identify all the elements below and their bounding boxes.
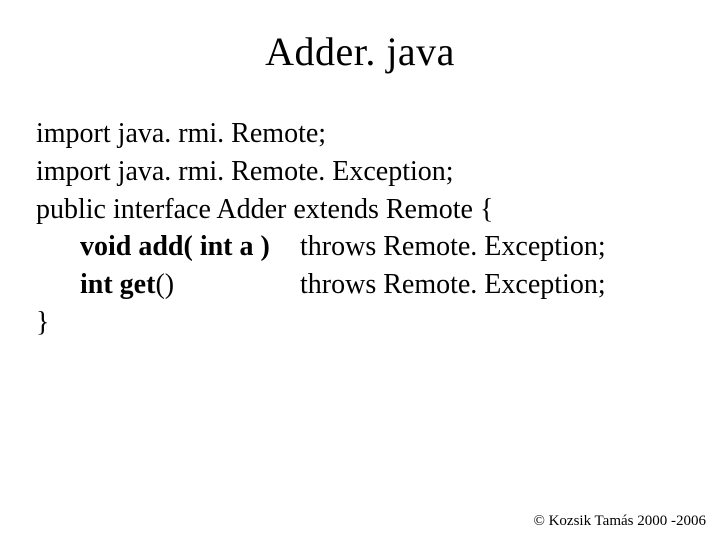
code-line: } [36, 304, 684, 342]
method-throws: throws Remote. Exception; [300, 266, 606, 304]
code-line: void add( int a ) throws Remote. Excepti… [36, 228, 684, 266]
method-signature-tail: () [155, 269, 174, 300]
code-line: import java. rmi. Remote; [36, 115, 684, 153]
footer-text: © Kozsik Tamás 2000 -2006 [533, 513, 706, 530]
slide: Adder. java import java. rmi. Remote; im… [0, 0, 720, 540]
code-line: import java. rmi. Remote. Exception; [36, 153, 684, 191]
method-signature-bold: int get [80, 269, 155, 300]
method-throws: throws Remote. Exception; [300, 228, 606, 266]
method-signature: void add( int a ) [80, 228, 300, 266]
code-block: import java. rmi. Remote; import java. r… [0, 115, 720, 342]
code-line: int get() throws Remote. Exception; [36, 266, 684, 304]
method-signature: int get() [80, 266, 300, 304]
code-line: public interface Adder extends Remote { [36, 191, 684, 229]
method-signature-bold: void add( int a ) [80, 231, 270, 262]
slide-title: Adder. java [0, 0, 720, 115]
